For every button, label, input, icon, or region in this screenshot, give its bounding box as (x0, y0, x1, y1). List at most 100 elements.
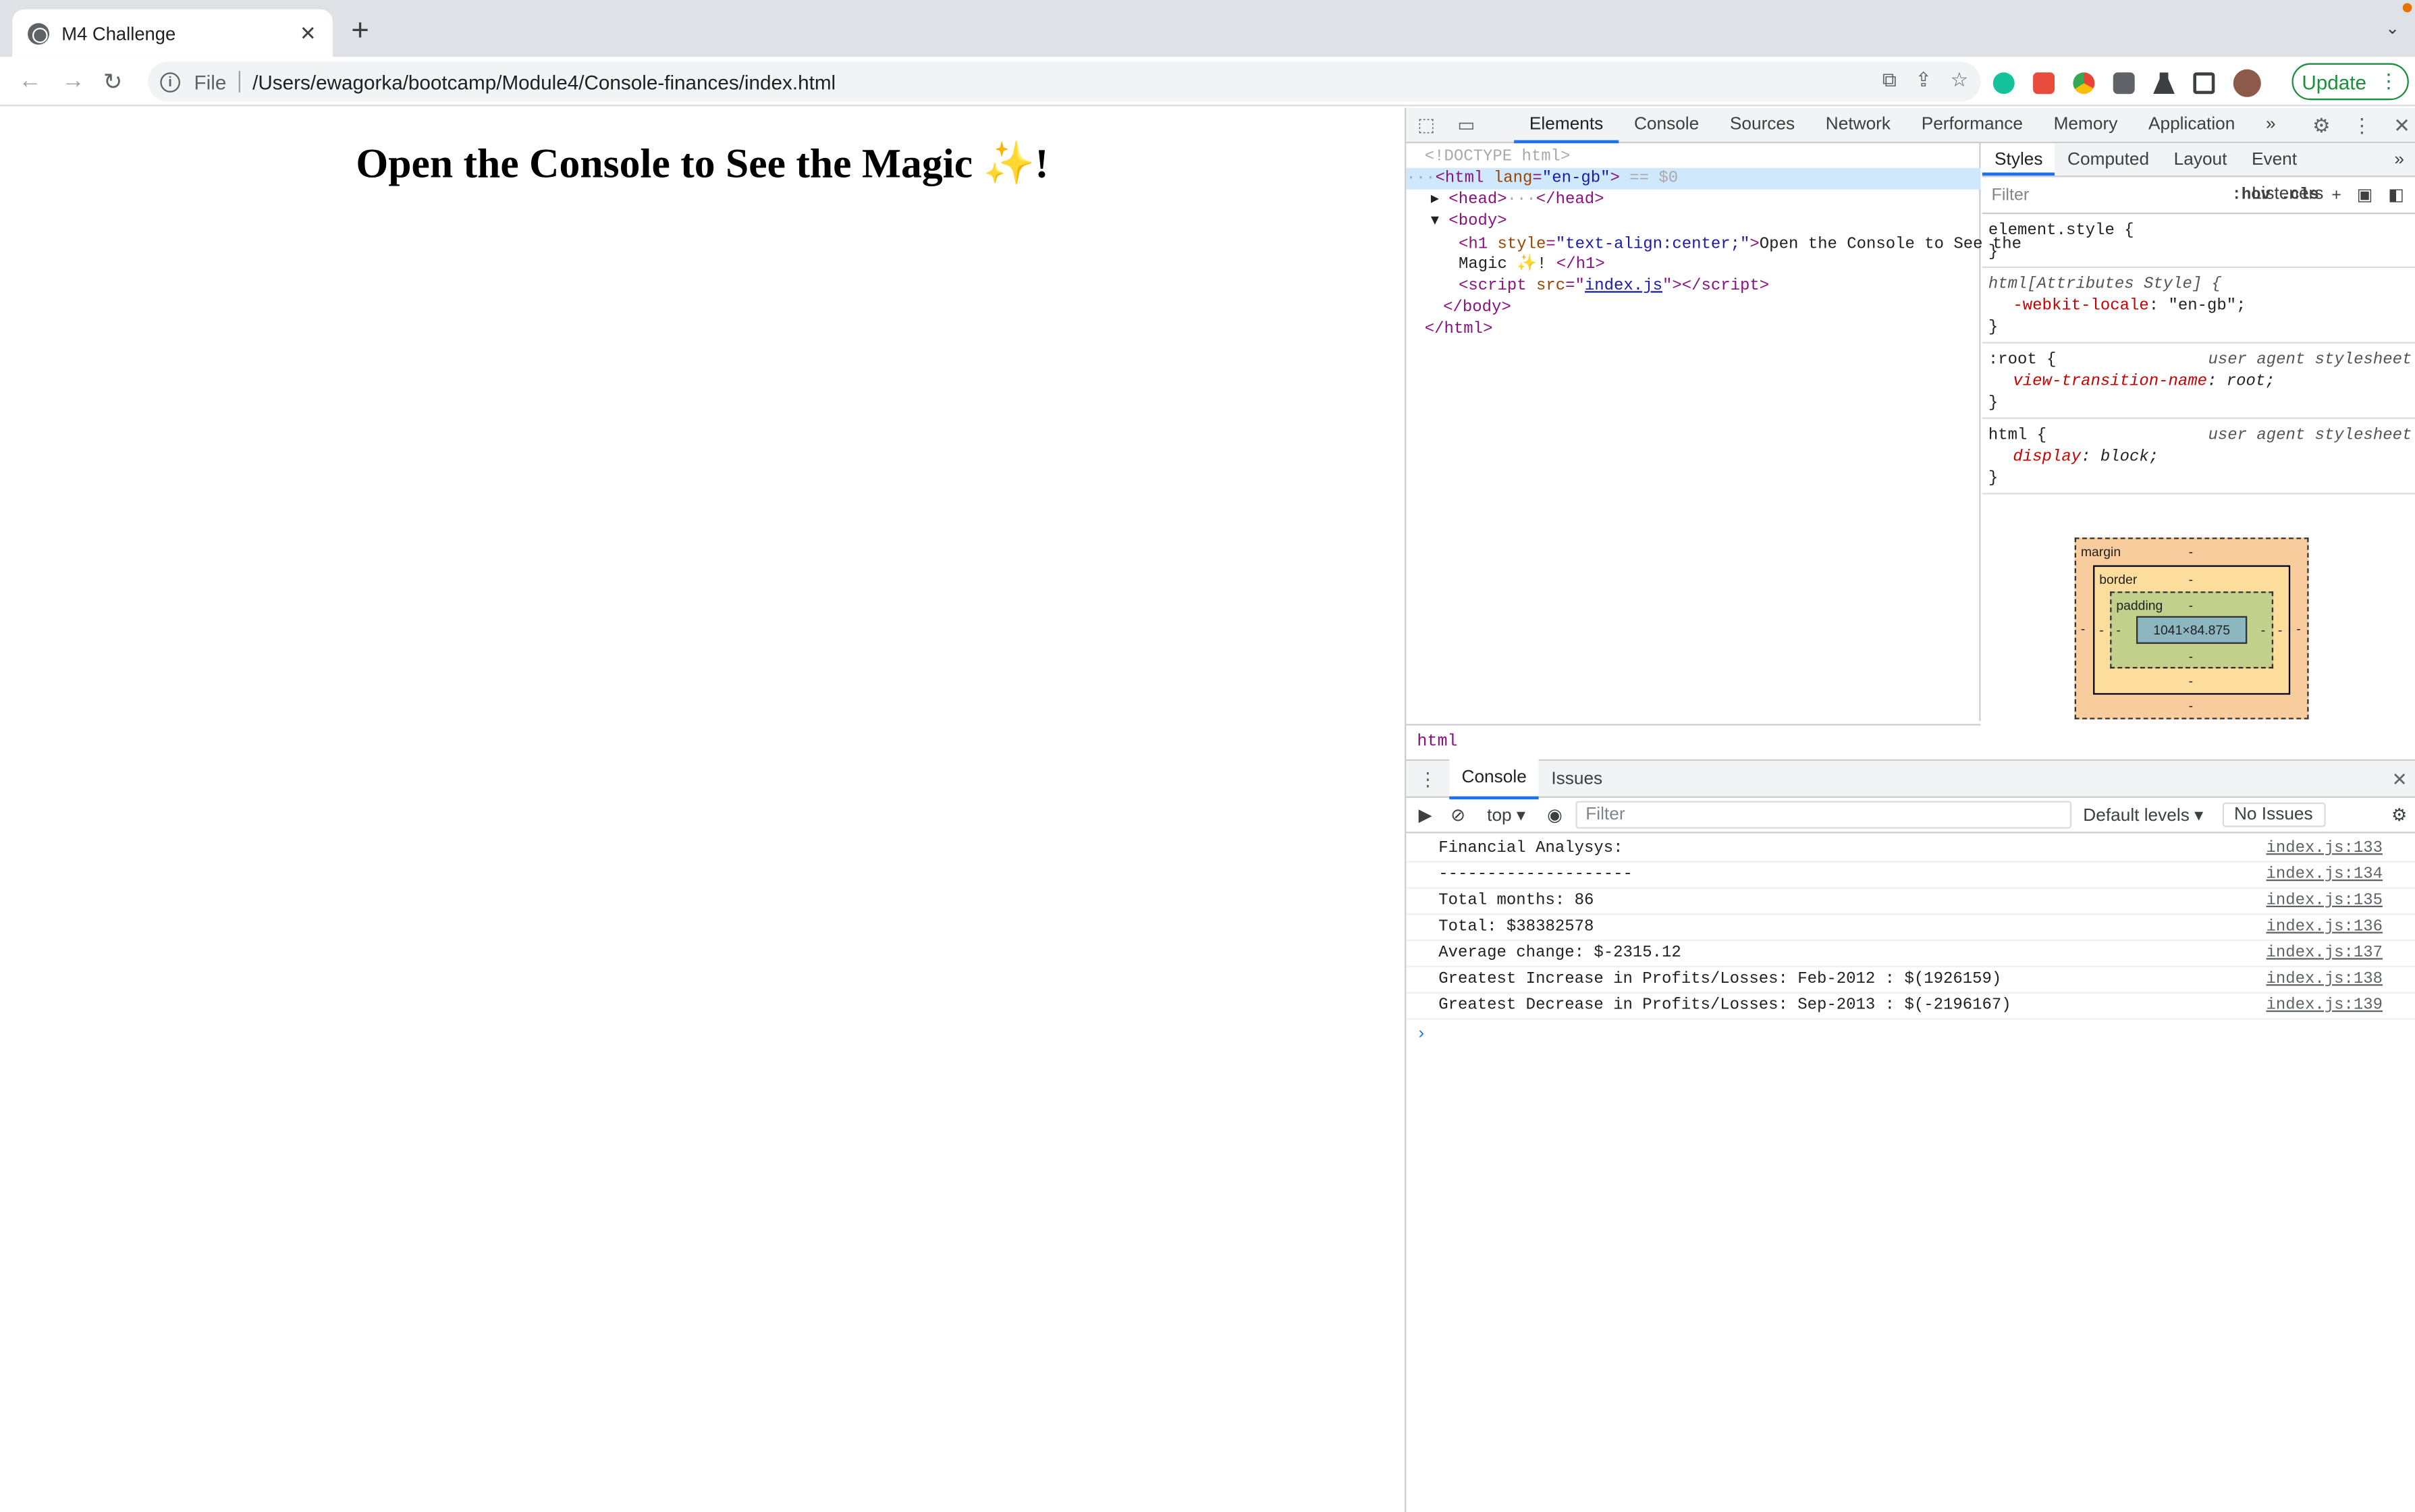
console-filter-input[interactable]: Filter (1575, 801, 2071, 829)
tab-application[interactable]: Application (2133, 107, 2250, 142)
prop-value[interactable]: block; (2100, 448, 2159, 466)
add-rule-icon[interactable]: + (2331, 186, 2341, 204)
drawer-tab-issues[interactable]: Issues (1539, 760, 1614, 797)
log-source-link[interactable]: index.js:137 (2267, 941, 2383, 967)
log-source-link[interactable]: index.js:139 (2267, 994, 2383, 1020)
inspect-element-icon[interactable]: ⬚ (1406, 114, 1446, 136)
h1-node-continued[interactable]: Magic ✨! </h1> (1459, 254, 1605, 276)
margin-bottom-value: - (2188, 697, 2194, 713)
head-node[interactable]: ▸ <head>···</head> (1431, 190, 1604, 211)
toggle-sidebar-icon[interactable]: ◧ (2388, 185, 2404, 205)
tab-m4-challenge[interactable]: M4 Challenge ✕ (12, 9, 333, 57)
hov-cls-toggles[interactable]: :hov .cls (2232, 186, 2319, 204)
html-node[interactable]: ···<html lang="en-gb"> == $0 (1406, 167, 1981, 190)
tab-event-listeners[interactable]: Event Listeners (2240, 143, 2382, 204)
devtools-tabbar: ⬚ ▭ Elements Console Sources Network Per… (1406, 107, 2415, 144)
close-devtools-icon[interactable]: ✕ (2393, 114, 2410, 139)
forward-icon[interactable]: → (61, 68, 84, 94)
console-settings-gear-icon[interactable]: ⚙ (2391, 804, 2415, 826)
console-prompt[interactable]: › (1406, 1020, 2415, 1048)
tab-close-icon[interactable]: ✕ (296, 21, 321, 46)
clear-console-icon[interactable]: ⊘ (1432, 804, 1465, 826)
profile-avatar[interactable] (2233, 69, 2261, 97)
tab-performance[interactable]: Performance (1906, 107, 2038, 142)
flask-labs-icon[interactable] (2153, 72, 2175, 94)
no-issues-button[interactable]: No Issues (2221, 802, 2325, 828)
bookmark-star-icon[interactable]: ☆ (1951, 68, 1969, 92)
tab-sources[interactable]: Sources (1714, 107, 1810, 142)
console-log-entry: -------------------- index.js:134 (1406, 863, 2415, 889)
url-text[interactable]: /Users/ewagorka/bootcamp/Module4/Console… (252, 70, 836, 93)
address-bar[interactable]: i File /Users/ewagorka/bootcamp/Module4/… (148, 61, 1981, 102)
h1-text-part2: Magic ✨! (1458, 255, 1556, 275)
sidebar-toggle-icon[interactable]: ▶ (1406, 804, 1432, 826)
tab-elements[interactable]: Elements (1514, 107, 1619, 143)
tab-console[interactable]: Console (1619, 107, 1714, 142)
share-icon[interactable]: ⇪ (1915, 68, 1932, 92)
padding-label: padding (2116, 597, 2163, 614)
context-selector[interactable]: top ▾ (1465, 804, 1525, 826)
back-icon[interactable]: ← (18, 68, 41, 94)
translate-icon[interactable]: ⧉ (1882, 68, 1897, 92)
prop-value[interactable]: "en-gb"; (2169, 297, 2246, 315)
info-icon[interactable]: i (160, 72, 180, 92)
close-drawer-icon[interactable]: ✕ (2392, 768, 2415, 790)
html-close-node[interactable]: </html> (1425, 319, 1493, 340)
grammarly-extension-icon[interactable] (1992, 72, 2015, 94)
body-close-node[interactable]: </body> (1443, 297, 1511, 319)
more-style-tabs-icon[interactable]: » (2382, 143, 2415, 176)
rule-attributes-style: html[Attributes Style] { -webkit-locale:… (1982, 268, 2415, 344)
log-text: -------------------- (1438, 865, 1633, 884)
paint-icon[interactable]: ▣ (2357, 185, 2373, 205)
drawer-menu-icon[interactable]: ⋮ (1406, 768, 1449, 790)
padding-right-value: - (2260, 622, 2266, 638)
body-tag: body (1458, 212, 1498, 232)
log-source-link[interactable]: index.js:135 (2267, 889, 2383, 915)
side-panel-icon[interactable] (2193, 72, 2215, 94)
globe-icon (28, 22, 50, 45)
tab-memory[interactable]: Memory (2038, 107, 2133, 142)
border-right-value: - (2277, 622, 2283, 638)
selected-marker: == $0 (1619, 169, 1679, 188)
styles-filter-bar: Filter :hov .cls + ▣ ◧ (1982, 177, 2415, 215)
prop-value[interactable]: root; (2227, 373, 2275, 391)
drawer-tab-console[interactable]: Console (1449, 758, 1540, 799)
breadcrumb[interactable]: html (1406, 724, 1981, 757)
tab-network[interactable]: Network (1810, 107, 1906, 142)
reload-icon[interactable]: ↻ (103, 68, 123, 96)
more-tabs-icon[interactable]: » (2250, 107, 2291, 142)
tab-styles[interactable]: Styles (1982, 143, 2055, 176)
color-extension-icon[interactable] (2073, 72, 2095, 94)
script-node[interactable]: <script src="index.js"></script> (1459, 275, 1769, 297)
default-levels-dropdown[interactable]: Default levels ▾ (2083, 804, 2203, 826)
doctype-node[interactable]: <!DOCTYPE html> (1425, 146, 1571, 168)
script-src-link[interactable]: index.js (1585, 277, 1662, 296)
head-close-tag: head (1555, 190, 1595, 210)
live-expression-eye-icon[interactable]: ◉ (1525, 804, 1563, 826)
log-source-link[interactable]: index.js:133 (2267, 836, 2383, 863)
devtools-menu-icon[interactable]: ⋮ (2352, 114, 2372, 139)
prop-name[interactable]: view-transition-name (2013, 373, 2207, 391)
prop-name[interactable]: display (2013, 448, 2081, 466)
h1-node[interactable]: <h1 style="text-align:center;">Open the … (1459, 234, 2021, 256)
border-label: border (2099, 571, 2138, 587)
tab-computed[interactable]: Computed (2055, 143, 2162, 176)
device-toolbar-icon[interactable]: ▭ (1446, 114, 1486, 136)
prop-name[interactable]: -webkit-locale (2013, 297, 2148, 315)
settings-gear-icon[interactable]: ⚙ (2312, 114, 2331, 139)
update-button[interactable]: Update ⋮ (2291, 63, 2409, 101)
padding-top-value: - (2188, 597, 2194, 614)
log-source-link[interactable]: index.js:134 (2267, 863, 2383, 889)
lang-attr: lang (1493, 169, 1533, 188)
devtools-panel: ⬚ ▭ Elements Console Sources Network Per… (1405, 107, 2415, 1512)
log-source-link[interactable]: index.js:138 (2267, 967, 2383, 994)
log-source-link[interactable]: index.js:136 (2267, 915, 2383, 941)
tab-layout[interactable]: Layout (2161, 143, 2239, 176)
tab-search-icon[interactable]: ⌄ (2385, 18, 2399, 38)
puzzle-extensions-icon[interactable] (2113, 72, 2135, 94)
styles-filter-input[interactable]: Filter (1991, 186, 2029, 204)
new-tab-button[interactable]: + (351, 16, 369, 47)
content-box[interactable]: 1041×84.875 (2136, 616, 2248, 644)
extension-badge-icon[interactable] (2033, 72, 2055, 94)
body-node[interactable]: ▾ <body> (1431, 211, 1507, 233)
